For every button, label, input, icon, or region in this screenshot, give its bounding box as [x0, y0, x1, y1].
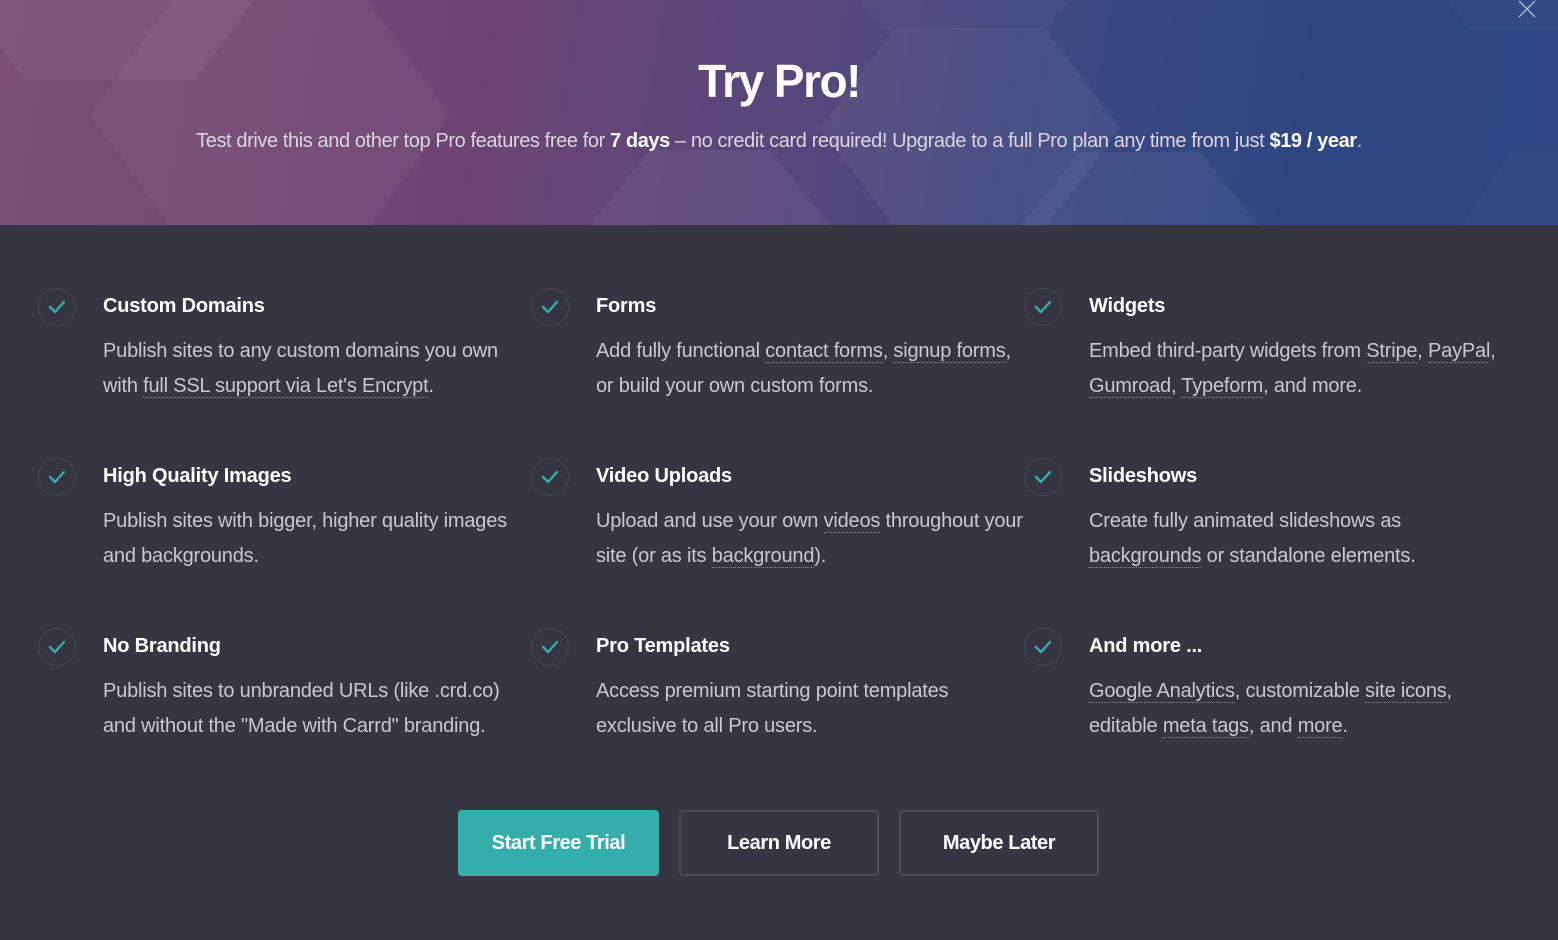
feature-item: Pro Templates Access premium starting poi… [531, 628, 1024, 737]
feature-link[interactable]: signup forms [893, 340, 1006, 363]
feature-title: Custom Domains [103, 295, 265, 317]
feature-text: Publish sites to unbranded URLs (like .c… [103, 680, 500, 737]
subtitle-text: Test drive this and other top Pro featur… [196, 130, 610, 152]
check-icon [531, 288, 569, 326]
close-button[interactable] [1516, 0, 1540, 20]
feature-text: Embed third-party widgets from [1089, 340, 1367, 362]
feature-item: Forms Add fully functional contact forms,… [531, 288, 1024, 397]
feature-item: Video Uploads Upload and use your own vid… [531, 458, 1024, 568]
feature-link[interactable]: PayPal [1428, 340, 1490, 363]
feature-text: , and more. [1263, 375, 1363, 397]
check-icon [1024, 458, 1062, 496]
feature-item: And more ... Google Analytics, customizab… [1024, 628, 1517, 738]
feature-text: ). [814, 545, 827, 567]
page-title: Try Pro! [698, 55, 861, 107]
close-icon [1518, 0, 1536, 18]
check-icon [38, 458, 76, 496]
price: $19 / year [1269, 130, 1357, 152]
start-free-trial-button[interactable]: Start Free Trial [458, 810, 659, 876]
feature-description: Embed third-party widgets from Stripe, P… [1089, 334, 1517, 404]
learn-more-button[interactable]: Learn More [679, 810, 879, 876]
check-icon [1024, 628, 1062, 666]
check-icon [38, 288, 76, 326]
feature-link[interactable]: videos [823, 510, 880, 533]
feature-item: No Branding Publish sites to unbranded UR… [38, 628, 531, 737]
feature-link[interactable]: Gumroad [1089, 375, 1171, 398]
feature-title: Widgets [1089, 295, 1166, 317]
feature-link[interactable]: Typeform [1181, 375, 1263, 398]
feature-link[interactable]: more [1297, 715, 1343, 738]
action-buttons: Start Free Trial Learn More Maybe Later [458, 810, 1099, 876]
decorative-hexagon [590, 150, 830, 225]
check-icon [1024, 288, 1062, 326]
subtitle-text: – no credit card required! Upgrade to a … [669, 130, 1270, 152]
feature-description: Access premium starting point templates … [596, 674, 1024, 744]
feature-description: Add fully functional contact forms, sign… [596, 334, 1024, 404]
feature-link[interactable]: contact forms [765, 340, 883, 363]
feature-description: Create fully animated slideshows as back… [1089, 504, 1517, 574]
feature-link[interactable]: Stripe [1366, 340, 1417, 363]
feature-text: Add fully functional [596, 340, 766, 362]
check-icon [531, 628, 569, 666]
feature-title: No Branding [103, 635, 221, 657]
feature-text: , [882, 340, 894, 362]
feature-text: Access premium starting point templates … [596, 680, 949, 737]
feature-text: , [1490, 340, 1496, 362]
trial-length: 7 days [610, 130, 670, 152]
promo-header: Try Pro! Test drive this and other top P… [0, 0, 1558, 225]
feature-description: Google Analytics, customizable site icon… [1089, 674, 1517, 744]
feature-description: Publish sites with bigger, higher qualit… [103, 504, 531, 574]
feature-title: And more ... [1089, 635, 1203, 657]
feature-title: High Quality Images [103, 465, 292, 487]
promo-subtitle: Test drive this and other top Pro featur… [0, 130, 1558, 153]
subtitle-text: . [1356, 130, 1363, 152]
feature-link[interactable]: site icons [1365, 680, 1447, 703]
feature-text: Publish sites with bigger, higher qualit… [103, 510, 507, 567]
feature-text: Upload and use your own [596, 510, 824, 532]
feature-title: Pro Templates [596, 635, 730, 657]
feature-text: , [1170, 375, 1182, 397]
feature-text: Create fully animated slideshows as [1089, 510, 1402, 532]
feature-text: or standalone elements. [1201, 545, 1416, 567]
feature-link[interactable]: meta tags [1162, 715, 1249, 738]
decorative-hexagon [800, 0, 1130, 30]
feature-link[interactable]: Google Analytics [1089, 680, 1235, 703]
feature-text: , and [1248, 715, 1298, 737]
feature-link[interactable]: full SSL support via Let's Encrypt [143, 375, 429, 398]
feature-title: Video Uploads [596, 465, 732, 487]
feature-text: , customizable [1234, 680, 1366, 702]
check-icon [531, 458, 569, 496]
feature-description: Publish sites to any custom domains you … [103, 334, 531, 404]
feature-description: Upload and use your own videos throughou… [596, 504, 1024, 574]
feature-item: High Quality Images Publish sites with bi… [38, 458, 531, 567]
feature-text: , [1417, 340, 1429, 362]
feature-title: Forms [596, 295, 657, 317]
feature-grid: Custom Domains Publish sites to any custo… [38, 288, 1528, 738]
feature-item: Slideshows Create fully animated slidesho… [1024, 458, 1517, 568]
check-icon [38, 628, 76, 666]
feature-link[interactable]: backgrounds [1089, 545, 1202, 568]
decorative-hexagon [1460, 152, 1558, 225]
feature-text: . [428, 375, 434, 397]
feature-title: Slideshows [1089, 465, 1198, 487]
feature-item: Widgets Embed third-party widgets from St… [1024, 288, 1517, 398]
feature-text: . [1342, 715, 1348, 737]
feature-link[interactable]: background [711, 545, 814, 568]
maybe-later-button[interactable]: Maybe Later [899, 810, 1099, 876]
feature-description: Publish sites to unbranded URLs (like .c… [103, 674, 531, 744]
feature-item: Custom Domains Publish sites to any custo… [38, 288, 531, 398]
